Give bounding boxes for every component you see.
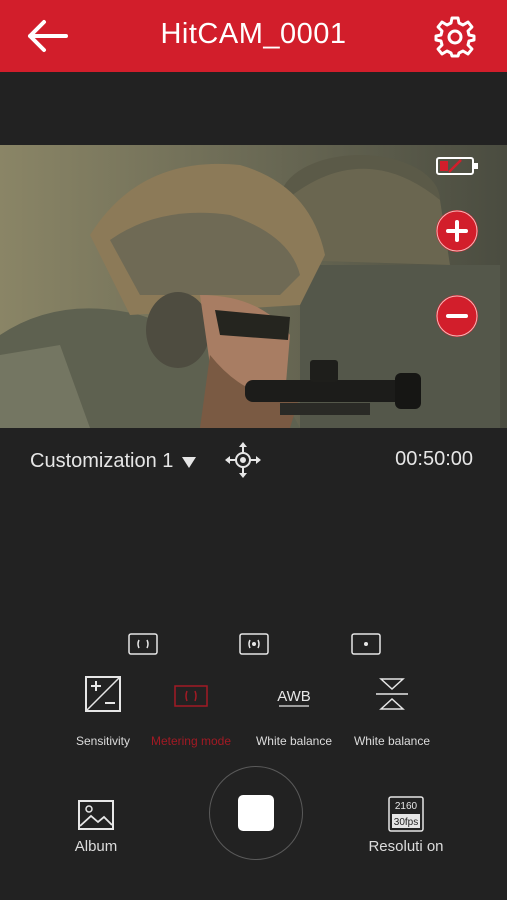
resolution-label: Resoluti on [368, 838, 444, 855]
awb-icon: AWB [274, 674, 314, 714]
flip-icon [372, 674, 412, 714]
caret-down-icon [182, 456, 197, 468]
resolution-badge-icon: 2160 30fps [386, 795, 426, 835]
record-stop-icon [238, 795, 274, 831]
move-arrows-icon[interactable] [223, 440, 263, 480]
white-balance-flip-button[interactable]: White balance [342, 670, 442, 760]
zoom-out-button[interactable] [436, 295, 478, 337]
metering-average-option[interactable] [128, 633, 158, 655]
plus-icon [436, 210, 478, 252]
zoom-in-button[interactable] [436, 210, 478, 252]
camera-preview[interactable] [0, 145, 507, 428]
svg-text:2160: 2160 [395, 801, 418, 812]
svg-text:AWB: AWB [277, 688, 311, 705]
metering-mode-button[interactable]: Metering mode [141, 670, 241, 760]
metering-average-icon [128, 633, 158, 655]
white-balance-label-2: White balance [353, 734, 431, 748]
exposure-icon [83, 674, 123, 714]
minus-icon [436, 295, 478, 337]
metering-icon [171, 674, 211, 714]
metering-spot-icon [351, 633, 381, 655]
recording-timer: 00:50:00 [395, 448, 473, 470]
battery-low-icon [435, 155, 481, 177]
page-title: HitCAM_0001 [160, 18, 347, 50]
camera-feed-image [0, 145, 507, 428]
resolution-button[interactable]: 2160 30fps Resoluti on [356, 790, 456, 860]
white-balance-awb-button[interactable]: AWB White balance [244, 670, 344, 760]
mode-selector[interactable]: Customization 1 [30, 450, 197, 473]
metering-spot-option[interactable] [351, 633, 381, 655]
album-label: Album [74, 838, 118, 855]
image-icon [76, 795, 116, 835]
info-row: Customization 1 00:50:00 [0, 440, 507, 480]
app-header: HitCAM_0001 [0, 0, 507, 72]
mode-label: Customization 1 [30, 450, 174, 472]
svg-text:30fps: 30fps [394, 817, 418, 828]
metering-center-icon [239, 633, 269, 655]
metering-center-option[interactable] [239, 633, 269, 655]
metering-mode-label: Metering mode [150, 734, 232, 748]
album-button[interactable]: Album [46, 790, 146, 860]
shutter-button[interactable] [209, 766, 303, 860]
gear-icon[interactable] [433, 14, 477, 58]
